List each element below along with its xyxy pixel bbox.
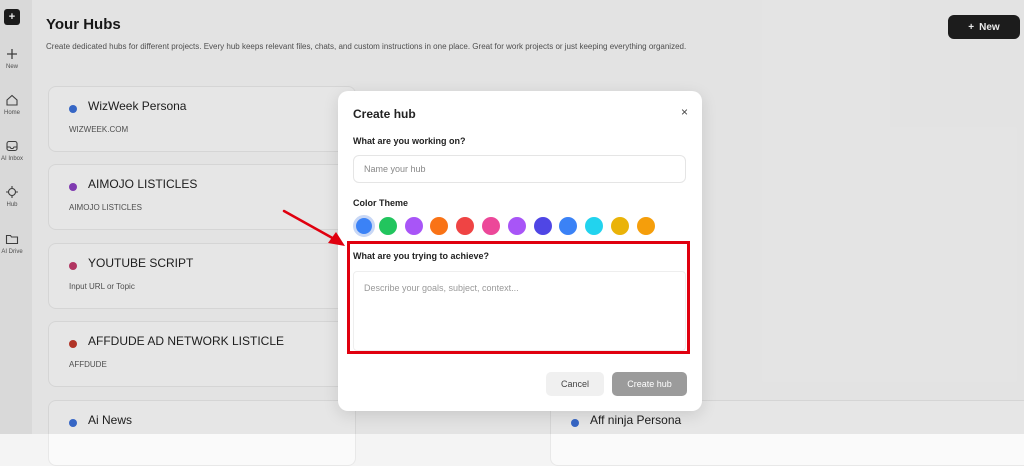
color-swatch[interactable] [482, 217, 500, 235]
dialog-title: Create hub [353, 107, 416, 121]
color-swatch[interactable] [507, 217, 526, 235]
color-theme-label: Color Theme [353, 198, 409, 208]
cancel-button[interactable]: Cancel [546, 372, 604, 396]
color-swatch-row [353, 215, 683, 237]
close-icon[interactable]: × [681, 105, 688, 119]
hub-name-label: What are you working on? [353, 136, 466, 146]
color-swatch[interactable] [378, 217, 397, 235]
color-swatch[interactable] [353, 215, 375, 237]
color-swatch[interactable] [585, 217, 604, 235]
color-swatch[interactable] [636, 217, 655, 235]
color-swatch[interactable] [533, 217, 552, 235]
annotation-highlight-box [347, 241, 690, 354]
color-swatch[interactable] [404, 217, 423, 235]
color-swatch[interactable] [430, 217, 449, 235]
create-hub-dialog: Create hub × What are you working on? Na… [338, 91, 702, 411]
create-hub-button[interactable]: Create hub [612, 372, 687, 396]
hub-name-input[interactable]: Name your hub [353, 155, 686, 183]
color-swatch[interactable] [456, 217, 475, 235]
color-swatch[interactable] [611, 217, 629, 235]
color-swatch[interactable] [559, 217, 578, 235]
